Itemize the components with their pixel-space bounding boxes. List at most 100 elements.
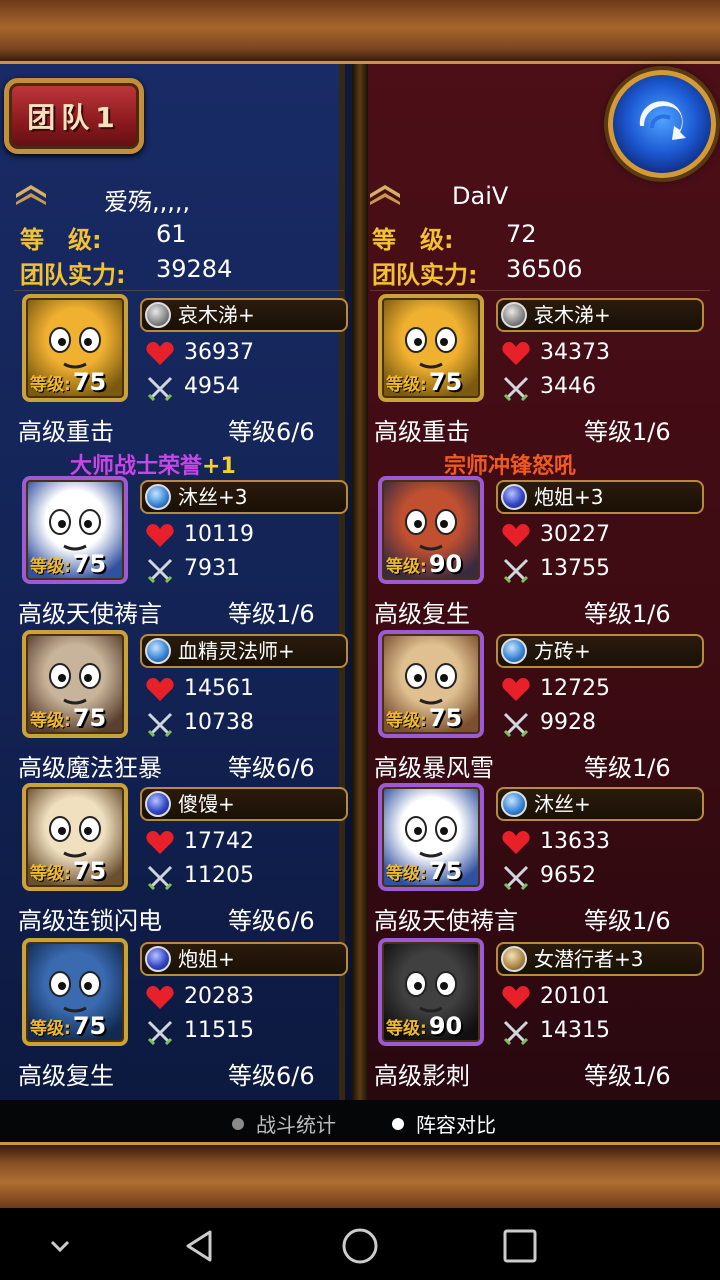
hero-name-box[interactable]: 沐丝+3 [140,480,348,514]
heart-icon [146,986,174,1009]
hero-attack: 4954 [142,372,240,402]
hero-attack: 11515 [142,1016,254,1046]
hero-card[interactable]: 等级:90 女潜行者+3 20101 14315 高级影刺 等级1/6 [374,938,714,1090]
nav-home-icon[interactable] [340,1226,380,1266]
hero-name: 血精灵法师+ [178,639,295,663]
hero-portrait[interactable]: 等级:75 [22,476,128,584]
hero-attack: 13755 [498,554,610,584]
hero-name: 炮姐+ [178,947,235,971]
crossed-swords-icon [147,1020,173,1045]
right-power-label: 团队实力: [372,261,478,289]
hero-skill-level: 等级6/6 [228,907,315,935]
hero-name-box[interactable]: 炮姐+3 [496,480,704,514]
header-divider [14,290,344,291]
tab-battle-stats[interactable]: 战斗统计 [232,1110,336,1140]
nav-recents-icon[interactable] [500,1226,540,1266]
nav-collapse-icon[interactable] [40,1226,80,1266]
hero-card[interactable]: 等级:75 沐丝+3 10119 7931 高级天使祷言 等级1/6 [18,476,358,628]
hero-level: 等级:75 [30,550,107,578]
hero-portrait[interactable]: 等级:75 [22,630,128,738]
nav-back-icon[interactable] [180,1226,220,1266]
hero-skill-level: 等级1/6 [584,418,671,446]
hero-level: 等级:75 [386,368,463,396]
heart-icon [146,678,174,701]
gem-icon [501,484,527,510]
hero-skill-name: 高级影刺 [374,1062,470,1090]
hero-name-box[interactable]: 哀木涕+ [496,298,704,332]
hero-card[interactable]: 等级:75 傻馒+ 17742 11205 高级连锁闪电 等级6/6 [18,783,358,935]
hero-portrait[interactable]: 等级:75 [378,630,484,738]
page: 团队1 爱殇,,,,, 等 级: 61 团队实力: 39284 DaiV 等 级… [0,0,720,1280]
heart-icon [146,524,174,547]
hero-hp: 36937 [142,338,254,368]
left-level-label: 等 级: [20,226,102,254]
header-divider [370,290,710,291]
hero-name: 炮姐+3 [534,485,604,509]
hero-skill-level: 等级1/6 [584,754,671,782]
tab-lineup-compare[interactable]: 阵容对比 [392,1110,496,1140]
hero-portrait[interactable]: 等级:90 [378,938,484,1046]
heart-icon [146,342,174,365]
hero-level: 等级:90 [386,550,463,578]
hero-skill-level: 等级6/6 [228,1062,315,1090]
left-player-name: 爱殇,,,,, [104,188,191,216]
hero-name-box[interactable]: 炮姐+ [140,942,348,976]
hero-attack: 9652 [498,861,596,891]
gem-icon [501,638,527,664]
right-player-name: DaiV [452,182,509,210]
hero-card[interactable]: 等级:75 方砖+ 12725 9928 高级暴风雪 等级1/6 [374,630,714,782]
gem-icon [145,302,171,328]
hero-skill-level: 等级1/6 [584,1062,671,1090]
hero-name-box[interactable]: 傻馒+ [140,787,348,821]
left-power-value: 39284 [156,255,233,283]
hero-name-box[interactable]: 血精灵法师+ [140,634,348,668]
hero-skill-level: 等级1/6 [584,600,671,628]
hero-skill-name: 高级复生 [18,1062,114,1090]
gem-icon [145,484,171,510]
hero-portrait[interactable]: 等级:75 [22,938,128,1046]
hero-name-box[interactable]: 女潜行者+3 [496,942,704,976]
hero-level: 等级:75 [386,704,463,732]
hero-name: 沐丝+3 [178,485,248,509]
hero-attack: 3446 [498,372,596,402]
hero-portrait[interactable]: 等级:90 [378,476,484,584]
hero-card[interactable]: 等级:75 哀木涕+ 34373 3446 高级重击 等级1/6 [374,294,714,446]
hero-portrait[interactable]: 等级:75 [22,294,128,402]
crossed-swords-icon [503,865,529,890]
hero-name: 方砖+ [534,639,591,663]
hero-card[interactable]: 等级:90 炮姐+3 30227 13755 高级复生 等级1/6 [374,476,714,628]
hero-name-box[interactable]: 沐丝+ [496,787,704,821]
hero-skill-name: 高级重击 [18,418,114,446]
hero-skill-level: 等级1/6 [228,600,315,628]
right-level-label: 等 级: [372,226,454,254]
crossed-swords-icon [147,712,173,737]
hero-name: 哀木涕+ [178,303,255,327]
hero-hp: 20283 [142,982,254,1012]
rank-chevron-icon [16,185,46,205]
hero-card[interactable]: 等级:75 沐丝+ 13633 9652 高级天使祷言 等级1/6 [374,783,714,935]
hero-hp: 14561 [142,674,254,704]
team-selector-button[interactable]: 团队1 [4,78,144,154]
hero-attack: 9928 [498,708,596,738]
crossed-swords-icon [503,376,529,401]
hero-skill-level: 等级6/6 [228,754,315,782]
hero-name: 女潜行者+3 [534,947,644,971]
hero-name-box[interactable]: 哀木涕+ [140,298,348,332]
hero-name-box[interactable]: 方砖+ [496,634,704,668]
hero-skill-name: 高级复生 [374,600,470,628]
back-button[interactable] [608,70,716,178]
hero-skill-name: 高级重击 [374,418,470,446]
crossed-swords-icon [503,712,529,737]
hero-card[interactable]: 等级:75 哀木涕+ 36937 4954 高级重击 等级6/6 [18,294,358,446]
hero-level: 等级:90 [386,1012,463,1040]
hero-portrait[interactable]: 等级:75 [378,783,484,891]
hero-level: 等级:75 [30,704,107,732]
heart-icon [502,524,530,547]
hero-hp: 17742 [142,827,254,857]
hero-card[interactable]: 等级:75 血精灵法师+ 14561 10738 高级魔法狂暴 等级6/6 [18,630,358,782]
hero-portrait[interactable]: 等级:75 [378,294,484,402]
right-level-value: 72 [506,220,537,248]
hero-portrait[interactable]: 等级:75 [22,783,128,891]
hero-skill-level: 等级1/6 [584,907,671,935]
hero-card[interactable]: 等级:75 炮姐+ 20283 11515 高级复生 等级6/6 [18,938,358,1090]
